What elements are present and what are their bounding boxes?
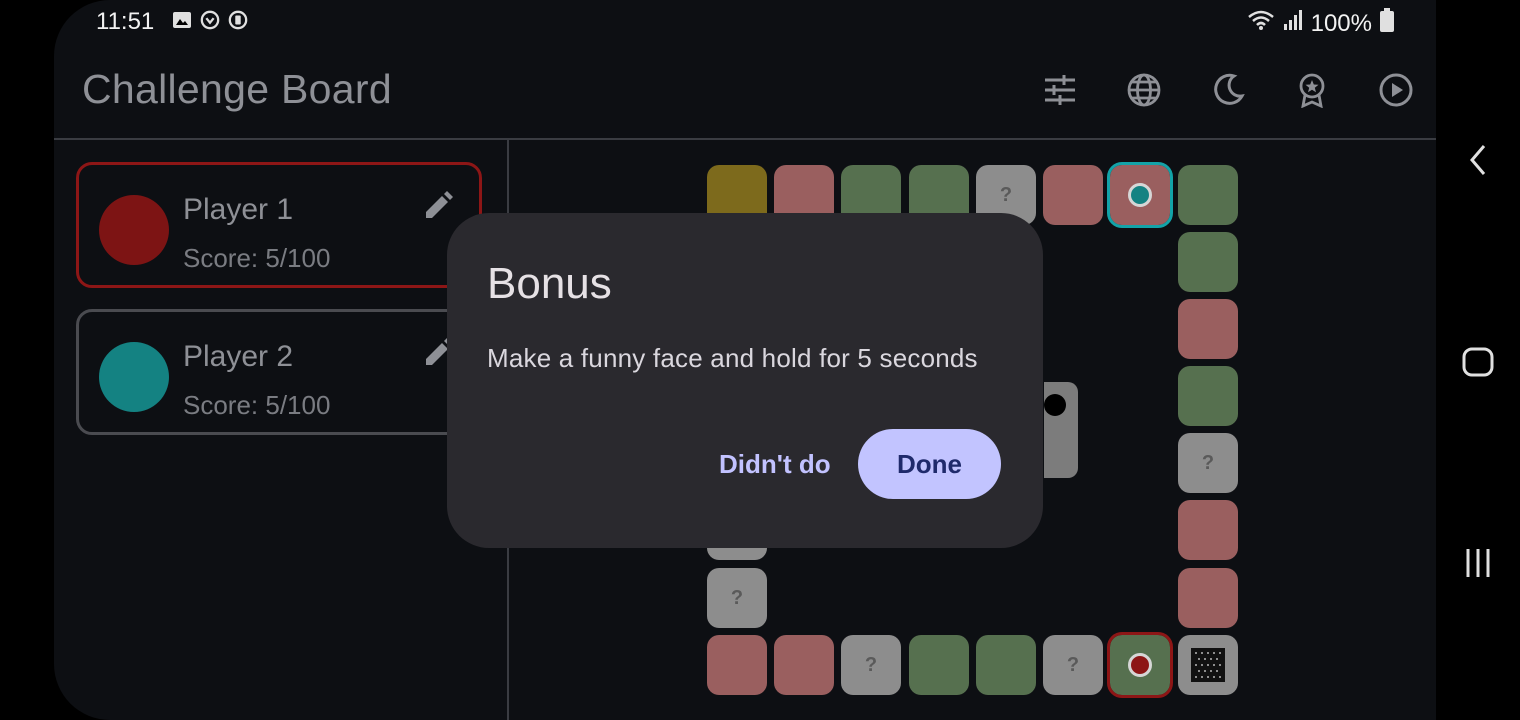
settings-sliders-icon[interactable] — [1040, 70, 1080, 110]
board-cell[interactable] — [909, 635, 969, 695]
question-mark: ? — [999, 183, 1013, 206]
player-card-1[interactable]: Player 1 Score: 5/100 — [76, 162, 482, 288]
page-title: Challenge Board — [82, 66, 392, 112]
player-score: Score: 5/100 — [183, 390, 331, 420]
dialog-title: Bonus — [487, 259, 612, 308]
status-left-icons — [172, 10, 248, 30]
back-icon[interactable] — [1458, 140, 1498, 180]
wifi-icon — [1247, 9, 1275, 38]
recents-icon[interactable] — [1458, 543, 1498, 583]
board-cell[interactable] — [1178, 165, 1238, 225]
system-nav-bar — [1436, 0, 1520, 720]
board-cell-finish[interactable] — [1178, 635, 1238, 695]
question-mark: ? — [730, 586, 744, 609]
didnt-do-button[interactable]: Didn't do — [707, 429, 843, 499]
done-button[interactable]: Done — [858, 429, 1001, 499]
battery-icon — [1380, 8, 1394, 39]
bonus-dialog: Bonus Make a funny face and hold for 5 s… — [447, 213, 1043, 548]
board-cell-question[interactable]: ? — [707, 568, 767, 628]
question-mark: ? — [1066, 653, 1080, 676]
board-cell[interactable] — [1178, 568, 1238, 628]
board-cell-question[interactable]: ? — [1178, 433, 1238, 493]
player-token — [1128, 183, 1152, 207]
play-icon[interactable] — [1376, 70, 1416, 110]
board-cell[interactable] — [976, 635, 1036, 695]
dice-pip — [1044, 394, 1066, 416]
dice-panel[interactable] — [1044, 382, 1078, 478]
board-cell-question[interactable]: ? — [1043, 635, 1103, 695]
board-cell-player-2[interactable] — [1107, 162, 1173, 228]
player-score: Score: 5/100 — [183, 243, 331, 273]
moon-icon[interactable] — [1208, 70, 1248, 110]
question-mark: ? — [1201, 451, 1215, 474]
status-right: 100% — [1247, 8, 1394, 39]
board-cell-player-1[interactable] — [1107, 632, 1173, 698]
player-card-2[interactable]: Player 2 Score: 5/100 — [76, 309, 482, 435]
player-token — [1128, 653, 1152, 677]
board-cell[interactable] — [1043, 165, 1103, 225]
app-bar-divider — [54, 138, 1436, 140]
board-cell[interactable] — [707, 635, 767, 695]
board-cell[interactable] — [1178, 500, 1238, 560]
app-bar: Challenge Board — [54, 42, 1436, 138]
clipboard-icon — [228, 10, 248, 30]
player-color-swatch — [99, 195, 169, 265]
award-icon[interactable] — [1292, 70, 1332, 110]
status-bar: 11:51 100% — [54, 0, 1436, 42]
home-icon[interactable] — [1458, 342, 1498, 382]
board-cell[interactable] — [1178, 366, 1238, 426]
globe-icon[interactable] — [1124, 70, 1164, 110]
app-screen: 11:51 100% Challenge Board Player 1 Scor… — [54, 0, 1436, 720]
signal-icon — [1283, 9, 1303, 38]
sync-icon — [200, 10, 220, 30]
player-name: Player 1 — [183, 193, 294, 226]
finish-flag-icon — [1191, 648, 1225, 682]
image-icon — [172, 10, 192, 30]
player-name: Player 2 — [183, 340, 294, 373]
board-cell[interactable] — [1178, 232, 1238, 292]
player-color-swatch — [99, 342, 169, 412]
edit-pencil-icon[interactable] — [423, 191, 453, 221]
dialog-body: Make a funny face and hold for 5 seconds — [487, 343, 978, 373]
status-time: 11:51 — [96, 8, 155, 35]
board-cell[interactable] — [774, 635, 834, 695]
battery-percent: 100% — [1310, 9, 1372, 37]
board-cell[interactable] — [1178, 299, 1238, 359]
board-cell-question[interactable]: ? — [841, 635, 901, 695]
question-mark: ? — [864, 653, 878, 676]
app-bar-actions — [1040, 70, 1416, 110]
